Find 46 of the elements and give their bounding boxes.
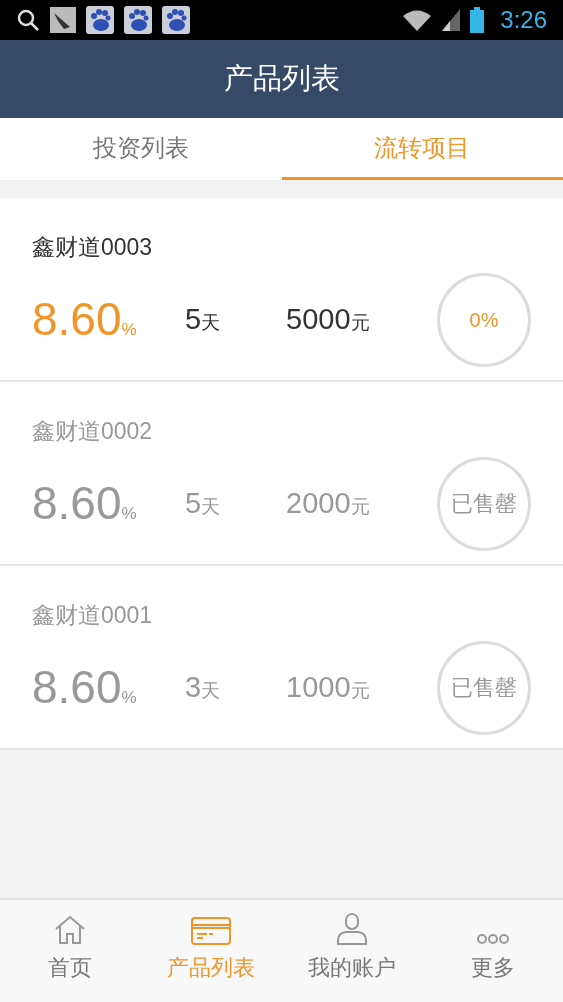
progress-badge: 已售罄 <box>437 640 531 735</box>
more-icon <box>476 933 509 945</box>
product-name: 鑫财道0001 <box>32 601 154 630</box>
product-card[interactable]: 鑫财道0002 8.60% 5天 2000元 已售罄 <box>0 382 563 566</box>
term-unit: 天 <box>201 678 221 703</box>
product-card[interactable]: 鑫财道0001 8.60% 3天 1000元 已售罄 <box>0 566 563 750</box>
amount-unit: 元 <box>350 310 370 335</box>
product-name: 鑫财道0003 <box>32 233 154 262</box>
term-unit: 天 <box>201 494 221 519</box>
card-icon <box>191 917 232 945</box>
nav-tab[interactable]: 首页 <box>0 900 141 1002</box>
term-days: 3 <box>185 665 202 710</box>
amount-value: 5000 <box>286 301 351 337</box>
term-days: 5 <box>185 481 202 526</box>
clock-time: 3:26 <box>500 5 547 35</box>
nav-tab[interactable]: 产品列表 <box>140 900 282 1002</box>
rate-value: 8.60 <box>32 292 122 347</box>
wifi-icon <box>402 9 433 31</box>
paw-app-icon[interactable] <box>86 6 114 34</box>
amount-value: 2000 <box>286 485 351 521</box>
product-card[interactable]: 鑫财道0003 8.60% 5天 5000元 0% <box>0 198 563 382</box>
term-unit: 天 <box>201 310 221 335</box>
signal-icon <box>442 9 461 31</box>
paw-app-icon[interactable] <box>124 6 152 34</box>
rate-unit: % <box>121 320 137 341</box>
rate-value: 8.60 <box>32 660 122 715</box>
term-days: 5 <box>185 297 202 342</box>
search-icon <box>16 8 40 32</box>
tab[interactable]: 投资列表 <box>0 118 282 180</box>
product-name: 鑫财道0002 <box>32 417 154 446</box>
paw-app-icon[interactable] <box>162 6 190 34</box>
page-title: 产品列表 <box>223 61 340 97</box>
rate-unit: % <box>121 504 137 525</box>
progress-badge: 已售罄 <box>437 456 531 551</box>
amount-unit: 元 <box>350 678 370 703</box>
user-icon <box>335 913 368 945</box>
nav-tab[interactable]: 我的账户 <box>281 900 423 1002</box>
home-icon <box>54 915 87 945</box>
amount-unit: 元 <box>350 494 370 519</box>
battery-icon <box>470 7 485 33</box>
progress-badge: 0% <box>437 272 531 367</box>
nav-tab[interactable]: 更多 <box>422 900 563 1002</box>
rate-value: 8.60 <box>32 476 122 531</box>
rate-unit: % <box>121 688 137 709</box>
amount-value: 1000 <box>286 669 351 705</box>
tab[interactable]: 流转项目 <box>281 118 563 180</box>
